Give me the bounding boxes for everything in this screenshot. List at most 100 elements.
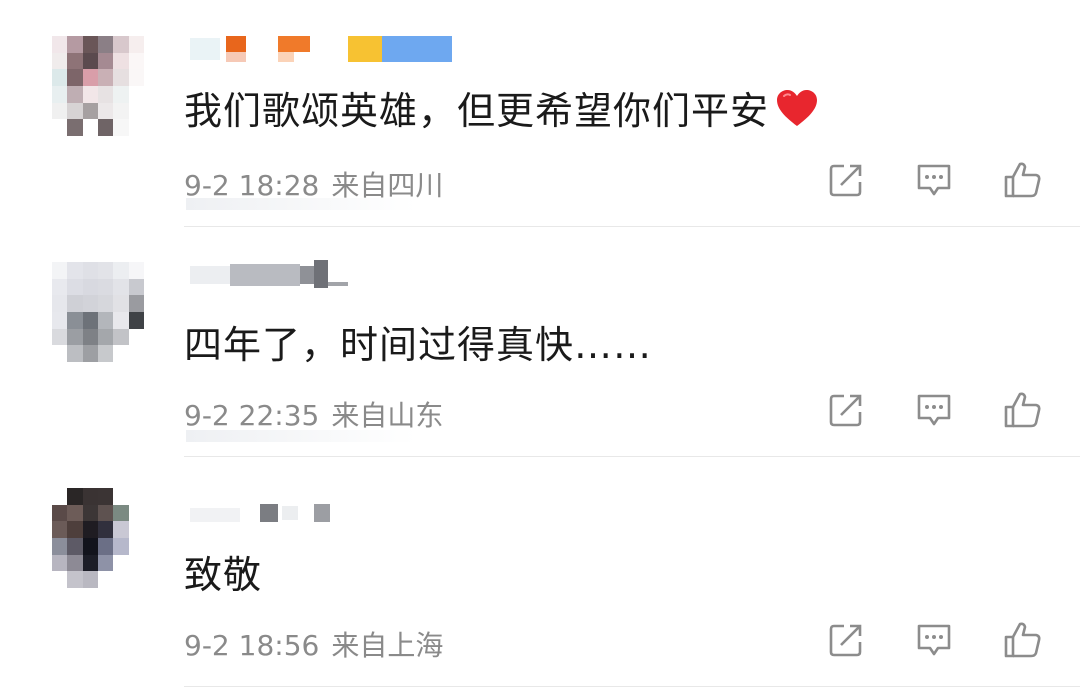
- avatar-pixel: [67, 328, 83, 346]
- avatar-pixel: [82, 345, 98, 362]
- avatar-pixel: [97, 102, 114, 120]
- avatar-pixel: [113, 52, 129, 70]
- avatar-pixel: [52, 521, 68, 538]
- comment-text: 四年了，时间过得真快……: [184, 323, 653, 367]
- avatar[interactable]: [52, 488, 144, 588]
- avatar-pixel: [82, 69, 98, 86]
- avatar-pixel: [113, 554, 129, 572]
- avatar-pixel: [128, 69, 144, 86]
- reply-icon: [917, 624, 951, 656]
- comment-item: 四年了，时间过得真快…… 9-2 22:35 来自山东: [0, 230, 1080, 460]
- like-icon: [1004, 162, 1041, 198]
- avatar-pixel: [113, 345, 129, 362]
- avatar-pixel: [52, 504, 68, 522]
- avatar-pixel: [97, 295, 114, 312]
- avatar-pixel: [82, 328, 98, 346]
- avatar-pixel: [97, 119, 114, 136]
- avatar-pixel: [82, 488, 98, 505]
- avatar-pixel: [128, 119, 144, 136]
- avatar[interactable]: [52, 36, 144, 136]
- avatar-pixel: [97, 52, 114, 70]
- comment-meta: 9-2 22:35 来自山东: [184, 394, 443, 434]
- avatar-pixel: [52, 102, 68, 120]
- avatar-pixel: [82, 521, 98, 538]
- avatar-pixel: [82, 554, 98, 572]
- comment-actions: [826, 390, 1042, 430]
- avatar-pixel: [52, 295, 68, 312]
- avatar-pixel: [113, 102, 129, 120]
- share-button[interactable]: [826, 390, 866, 430]
- like-icon: [1004, 622, 1041, 658]
- share-button[interactable]: [826, 160, 866, 200]
- reply-icon: [917, 394, 951, 426]
- avatar-pixel: [82, 295, 98, 312]
- avatar-pixel: [97, 262, 114, 279]
- heart-icon: [777, 90, 818, 126]
- avatar-pixel: [82, 119, 98, 136]
- avatar-pixel: [97, 69, 114, 86]
- avatar-pixel: [67, 311, 83, 329]
- username-blurred[interactable]: [186, 34, 456, 62]
- like-button[interactable]: [1002, 390, 1042, 430]
- avatar-pixel: [128, 311, 144, 329]
- avatar-pixel: [67, 571, 83, 588]
- avatar-pixel: [67, 102, 83, 120]
- avatar-pixel: [113, 262, 129, 279]
- avatar-pixel: [82, 311, 98, 329]
- avatar-pixel: [67, 85, 83, 103]
- username-blurred[interactable]: [186, 260, 456, 288]
- avatar-pixel: [113, 311, 129, 329]
- avatar-pixel: [97, 504, 114, 522]
- avatar-pixel: [128, 488, 144, 505]
- avatar[interactable]: [52, 262, 144, 362]
- divider: [184, 226, 1080, 227]
- avatar-pixel: [52, 278, 68, 296]
- avatar-pixel: [67, 36, 83, 53]
- avatar-pixel: [97, 537, 114, 555]
- avatar-pixel: [82, 102, 98, 120]
- avatar-pixel: [67, 504, 83, 522]
- avatar-pixel: [52, 537, 68, 555]
- comment-text: 我们歌颂英雄，但更希望你们平安: [184, 80, 819, 135]
- share-icon: [829, 164, 862, 197]
- avatar-pixel: [128, 85, 144, 103]
- avatar-pixel: [52, 85, 68, 103]
- comment-location: 来自山东: [331, 399, 444, 432]
- like-button[interactable]: [1002, 160, 1042, 200]
- share-icon: [829, 394, 862, 427]
- avatar-pixel: [67, 52, 83, 70]
- like-button[interactable]: [1002, 620, 1042, 660]
- avatar-pixel: [67, 345, 83, 362]
- avatar-pixel: [52, 554, 68, 572]
- avatar-pixel: [82, 571, 98, 588]
- avatar-pixel: [67, 262, 83, 279]
- avatar-pixel: [113, 504, 129, 522]
- comment-time: 9-2 18:56: [184, 629, 320, 662]
- avatar-pixel: [82, 537, 98, 555]
- avatar-pixel: [97, 278, 114, 296]
- avatar-pixel: [52, 571, 68, 588]
- like-icon: [1004, 392, 1041, 428]
- avatar-pixel: [67, 119, 83, 136]
- reply-button[interactable]: [914, 620, 954, 660]
- reply-button[interactable]: [914, 390, 954, 430]
- avatar-pixel: [67, 521, 83, 538]
- reply-button[interactable]: [914, 160, 954, 200]
- comment-meta: 9-2 18:56 来自上海: [184, 624, 443, 664]
- avatar-pixel: [52, 328, 68, 346]
- comment-actions: [826, 620, 1042, 660]
- avatar-pixel: [128, 328, 144, 346]
- comment-item: 致敬 9-2 18:56 来自上海: [0, 460, 1080, 690]
- divider: [184, 456, 1080, 457]
- share-button[interactable]: [826, 620, 866, 660]
- avatar-pixel: [52, 119, 68, 136]
- avatar-pixel: [82, 85, 98, 103]
- username-blurred[interactable]: [186, 500, 456, 528]
- avatar-pixel: [97, 85, 114, 103]
- avatar-pixel: [82, 52, 98, 70]
- avatar-pixel: [113, 69, 129, 86]
- avatar-pixel: [113, 278, 129, 296]
- avatar-pixel: [128, 262, 144, 279]
- avatar-pixel: [128, 278, 144, 296]
- avatar-pixel: [82, 36, 98, 53]
